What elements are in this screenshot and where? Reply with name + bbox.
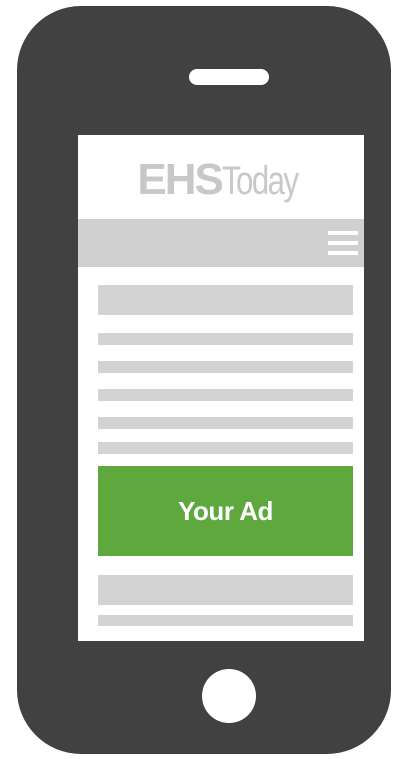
menu-line-icon — [328, 241, 358, 245]
placeholder-text-line — [98, 615, 353, 626]
placeholder-text-line — [98, 417, 353, 429]
menu-line-icon — [328, 231, 358, 235]
placeholder-headline-block — [98, 575, 353, 605]
placeholder-text-line — [98, 389, 353, 401]
nav-bar — [78, 219, 364, 267]
placeholder-text-line — [98, 333, 353, 345]
ad-banner[interactable]: Your Ad — [98, 466, 353, 556]
phone-mockup: EHSToday Your Ad — [17, 6, 391, 754]
placeholder-text-line — [98, 361, 353, 373]
placeholder-text-line — [98, 442, 353, 454]
speaker-icon — [189, 69, 269, 85]
logo-light-text: Today — [221, 159, 299, 203]
phone-screen: EHSToday Your Ad — [78, 135, 364, 641]
home-button-icon[interactable] — [202, 669, 256, 723]
hamburger-menu-icon[interactable] — [328, 229, 358, 257]
menu-line-icon — [328, 251, 358, 255]
logo-bold-text: EHS — [137, 155, 223, 204]
site-logo: EHSToday — [78, 145, 364, 215]
placeholder-headline-block — [98, 285, 353, 315]
